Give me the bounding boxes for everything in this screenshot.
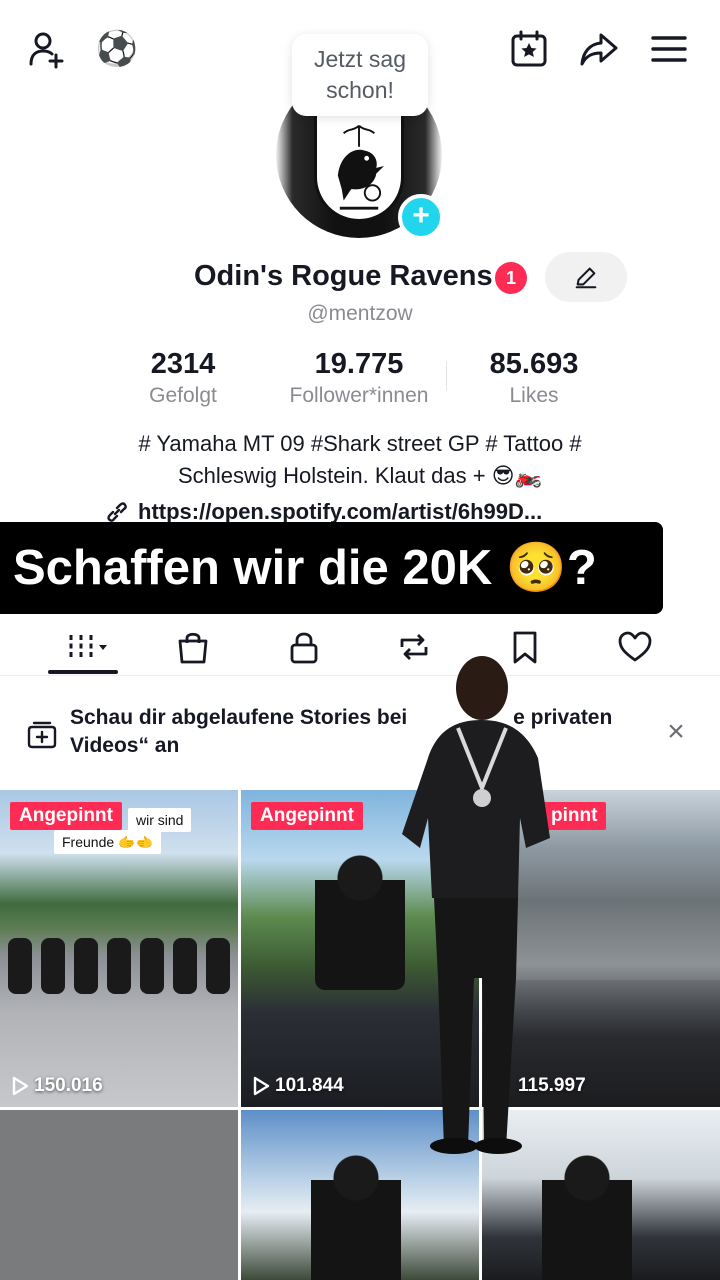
raven-crest-icon	[314, 110, 404, 222]
stories-banner-text: Schau dir abgelaufene Stories bei e priv…	[70, 704, 640, 760]
stat-value: 85.693	[489, 348, 579, 380]
tab-videos[interactable]	[32, 622, 142, 672]
shopping-bag-icon	[178, 632, 208, 664]
stat-value: 2314	[150, 348, 216, 380]
motorcycles-row	[8, 938, 230, 998]
stat-likes[interactable]: 85.693 Likes	[444, 346, 624, 410]
stories-banner[interactable]: Schau dir abgelaufene Stories bei e priv…	[0, 684, 720, 784]
notification-badge[interactable]: 1	[495, 262, 527, 294]
play-icon	[253, 1076, 270, 1096]
stat-label: Likes	[509, 384, 559, 407]
stat-divider	[446, 362, 447, 390]
tab-liked[interactable]	[580, 622, 690, 672]
banner-line2: Videos“ an	[70, 734, 180, 757]
story-archive-icon	[27, 721, 57, 749]
video-caption-overlay: Schaffen wir die 20K 🥺?	[0, 522, 663, 614]
stat-label: Gefolgt	[149, 384, 217, 407]
profile-tabs	[0, 614, 720, 676]
view-count-value: 150.016	[34, 1075, 103, 1096]
bubble-text-line1: Jetzt sag	[313, 46, 407, 72]
stat-label: Follower*innen	[289, 384, 429, 407]
rider-image	[542, 1150, 632, 1280]
profile-bio: # Yamaha MT 09 #Shark street GP # Tattoo…	[60, 428, 660, 492]
bio-line1: # Yamaha MT 09 #Shark street GP # Tattoo…	[138, 431, 582, 456]
profile-handle: @mentzow	[307, 302, 413, 325]
view-count-value: 101.844	[275, 1075, 344, 1096]
pinned-badge: Angepinnt	[10, 802, 122, 830]
stat-following[interactable]: 2314 Gefolgt	[93, 346, 273, 410]
pencil-icon	[575, 267, 597, 289]
menu-button[interactable]	[646, 26, 692, 72]
tab-shop[interactable]	[138, 622, 248, 672]
status-bubble[interactable]: Jetzt sag schon!	[292, 34, 428, 116]
video-grid: Angepinnt wir sind Freunde 🫱🫲 150.016 An…	[0, 790, 720, 1280]
video-thumbnail[interactable]	[0, 1110, 238, 1280]
calendar-star-icon	[511, 30, 547, 67]
add-friend-button[interactable]	[24, 26, 70, 72]
stats-row: 2314 Gefolgt 19.775 Follower*innen 85.69…	[0, 346, 720, 412]
thumbnail-note-line2: Freunde 🫱🫲	[54, 830, 161, 854]
stat-value: 19.775	[314, 348, 404, 380]
share-arrow-icon	[580, 33, 618, 66]
grid-videos-icon	[69, 635, 107, 659]
soccer-emoji[interactable]: ⚽	[94, 26, 140, 72]
person-plus-icon	[29, 32, 64, 69]
hamburger-menu-icon	[651, 36, 687, 62]
edit-profile-button[interactable]	[545, 252, 627, 302]
stat-followers[interactable]: 19.775 Follower*innen	[269, 346, 449, 410]
play-icon	[12, 1076, 29, 1096]
banner-line1: Schau dir abgelaufene Stories bei	[70, 706, 408, 729]
active-tab-indicator	[48, 670, 118, 674]
view-count: 150.016	[10, 1075, 103, 1097]
lock-icon	[290, 632, 318, 664]
bio-line2: Schleswig Holstein. Klaut das + 😎🏍️	[178, 463, 542, 488]
heart-icon	[618, 631, 652, 662]
video-thumbnail[interactable]: Angepinnt wir sind Freunde 🫱🫲 150.016	[0, 790, 238, 1107]
rider-image	[315, 850, 405, 990]
rider-image	[311, 1150, 401, 1280]
add-story-button[interactable]: +	[398, 194, 444, 240]
pinned-badge: Angepinnt	[251, 802, 363, 830]
calendar-button[interactable]	[506, 26, 552, 72]
close-icon[interactable]: ×	[662, 717, 690, 747]
dancer-sticker	[402, 656, 550, 1154]
tab-private[interactable]	[249, 622, 359, 672]
thumbnail-note-line1: wir sind	[128, 808, 192, 832]
profile-name: Odin's Rogue Ravens	[194, 260, 493, 292]
view-count: 101.844	[251, 1075, 344, 1097]
share-button[interactable]	[576, 26, 622, 72]
bubble-text-line2: schon!	[326, 77, 394, 103]
